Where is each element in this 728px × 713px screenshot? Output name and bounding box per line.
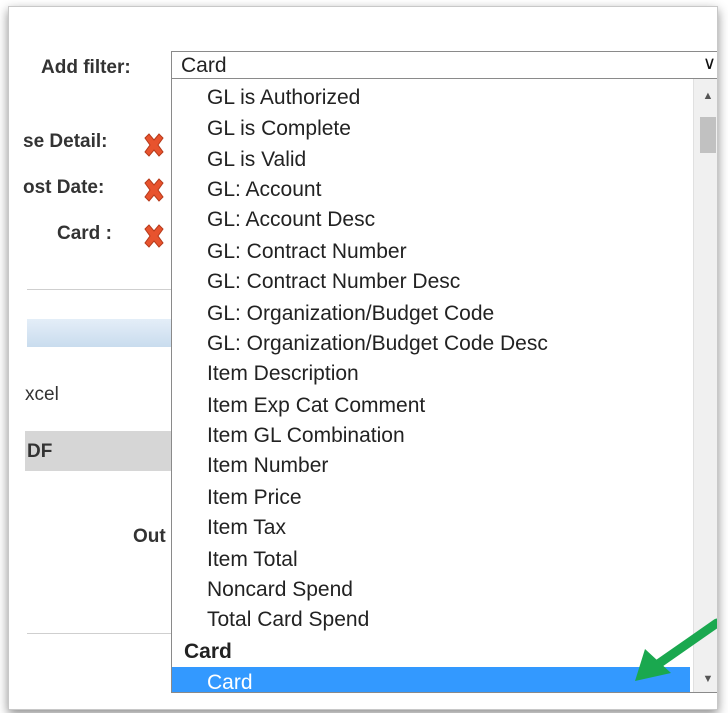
option-gl-org-budget-code[interactable]: GL: Organization/Budget Code (207, 299, 494, 329)
option-gl-is-valid[interactable]: GL is Valid (207, 145, 306, 175)
row-label-purchase-detail: se Detail: (23, 131, 108, 152)
option-gl-account-desc[interactable]: GL: Account Desc (207, 205, 375, 235)
option-item-exp-cat-comment[interactable]: Item Exp Cat Comment (207, 391, 425, 421)
add-filter-label: Add filter: (41, 57, 131, 78)
option-item-tax[interactable]: Item Tax (207, 513, 286, 543)
option-gl-contract-number-desc[interactable]: GL: Contract Number Desc (207, 267, 460, 297)
remove-x-icon[interactable] (141, 177, 167, 203)
option-gl-org-budget-code-desc[interactable]: GL: Organization/Budget Code Desc (207, 329, 548, 359)
option-total-card-spend[interactable]: Total Card Spend (207, 605, 369, 635)
remove-x-icon[interactable] (141, 223, 167, 249)
option-noncard-spend[interactable]: Noncard Spend (207, 575, 353, 605)
scrollbar-thumb[interactable] (700, 117, 716, 153)
option-item-number[interactable]: Item Number (207, 451, 328, 481)
option-item-price[interactable]: Item Price (207, 483, 302, 513)
output-label: Out (133, 526, 166, 547)
section-header-band (27, 319, 171, 347)
scroll-up-arrow-icon[interactable]: ▲ (694, 85, 717, 107)
add-filter-select[interactable]: Card ∨ (171, 51, 717, 79)
option-gl-contract-number[interactable]: GL: Contract Number (207, 237, 407, 267)
option-item-total[interactable]: Item Total (207, 545, 298, 575)
row-label-card: Card : (57, 223, 112, 244)
export-excel-option[interactable]: xcel (25, 384, 59, 406)
option-item-gl-combination[interactable]: Item GL Combination (207, 421, 405, 451)
select-current-value: Card (181, 54, 227, 77)
filter-dropdown-list[interactable]: GL is Authorized GL is Complete GL is Va… (171, 79, 717, 693)
divider (27, 289, 171, 290)
option-gl-is-complete[interactable]: GL is Complete (207, 114, 351, 144)
option-item-description[interactable]: Item Description (207, 359, 359, 389)
remove-x-icon[interactable] (141, 132, 167, 158)
option-card-highlighted[interactable]: Card (172, 667, 690, 693)
dropdown-scrollbar[interactable]: ▲ ▼ (693, 79, 717, 692)
option-group-card: Card (184, 640, 232, 663)
green-arrow-icon (635, 618, 717, 681)
export-pdf-option[interactable]: DF (27, 441, 52, 463)
option-gl-account[interactable]: GL: Account (207, 175, 321, 205)
row-label-post-date: ost Date: (23, 177, 105, 198)
chevron-down-icon[interactable]: ∨ (703, 53, 716, 74)
option-gl-is-authorized[interactable]: GL is Authorized (207, 83, 360, 113)
screenshot-frame: Add filter: se Detail: ost Date: Card : … (8, 6, 718, 710)
option-card-label: Card (207, 671, 253, 693)
divider (27, 633, 171, 634)
